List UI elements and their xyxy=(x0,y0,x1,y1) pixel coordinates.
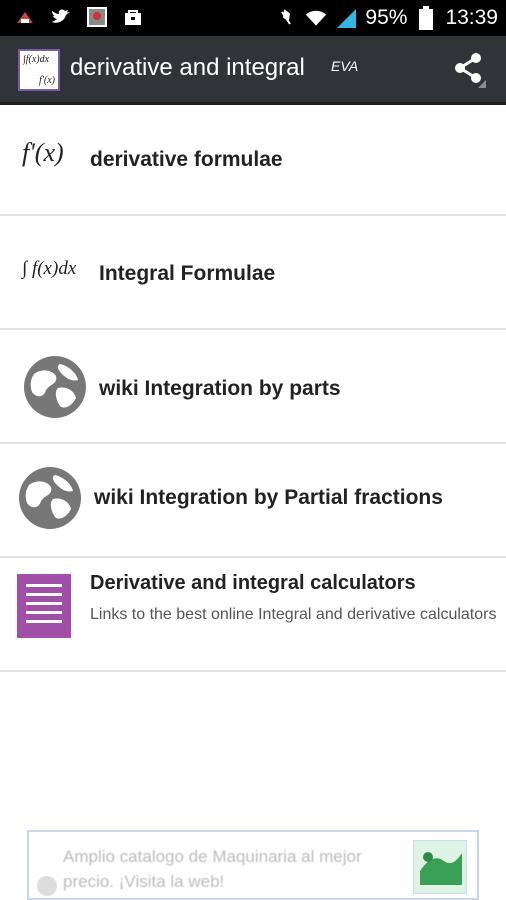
app-badge: EVA xyxy=(331,58,359,74)
bag-icon xyxy=(122,6,144,28)
system-status: 95% 13:39 xyxy=(275,4,498,32)
list-item-wiki-integration-by-parts[interactable]: wiki Integration by parts xyxy=(0,330,506,444)
list-item-label: Integral Formulae xyxy=(99,262,276,285)
integral-formula-icon: ∫ f(x)dx xyxy=(22,258,77,279)
action-bar: ∫f(x)dx f'(x) derivative and integral EV… xyxy=(0,36,506,105)
list-item-wiki-partial-fractions[interactable]: wiki Integration by Partial fractions xyxy=(0,444,506,558)
twitter-icon xyxy=(50,6,72,28)
battery-icon xyxy=(415,6,437,30)
ad-banner[interactable]: Amplio catalogo de Maquinaria al mejor p… xyxy=(27,830,479,900)
globe-icon xyxy=(17,465,83,536)
photo-icon xyxy=(86,6,108,28)
clock: 13:39 xyxy=(445,6,498,29)
app-title: derivative and integral xyxy=(70,54,305,81)
alert-icon xyxy=(14,6,36,28)
ad-image xyxy=(413,840,467,894)
muted-icon xyxy=(275,7,297,29)
derivative-formula-icon: f'(x) xyxy=(22,138,64,167)
list-item-integral-formulae[interactable]: ∫ f(x)dx Integral Formulae xyxy=(0,216,506,330)
list-item-derivative-formulae[interactable]: f'(x) derivative formulae xyxy=(0,104,506,216)
list-item-calculators[interactable]: Derivative and integral calculators Link… xyxy=(0,558,506,672)
battery-percentage: 95% xyxy=(365,6,408,29)
list-item-label: wiki Integration by parts xyxy=(99,377,341,400)
ad-info-icon[interactable] xyxy=(37,876,57,896)
ad-text: Amplio catalogo de Maquinaria al mejor p… xyxy=(63,847,362,891)
globe-icon xyxy=(22,354,88,425)
notebook-icon xyxy=(17,574,71,638)
status-bar: 95% 13:39 xyxy=(0,0,506,36)
share-icon[interactable] xyxy=(452,50,488,90)
list-item-label: wiki Integration by Partial fractions xyxy=(94,486,443,509)
notification-icons xyxy=(14,6,144,28)
list-item-label: Derivative and integral calculators xyxy=(90,572,416,594)
list-item-description: Links to the best online Integral and de… xyxy=(90,606,497,623)
wifi-icon xyxy=(305,7,327,29)
app-logo-line1: ∫f(x)dx xyxy=(23,54,50,65)
signal-icon xyxy=(335,7,357,29)
app-logo-line2: f'(x) xyxy=(38,75,55,86)
list-item-label: derivative formulae xyxy=(90,148,283,171)
menu-list: f'(x) derivative formulae ∫ f(x)dx Integ… xyxy=(0,104,506,672)
app-logo-icon[interactable]: ∫f(x)dx f'(x) xyxy=(18,49,60,91)
